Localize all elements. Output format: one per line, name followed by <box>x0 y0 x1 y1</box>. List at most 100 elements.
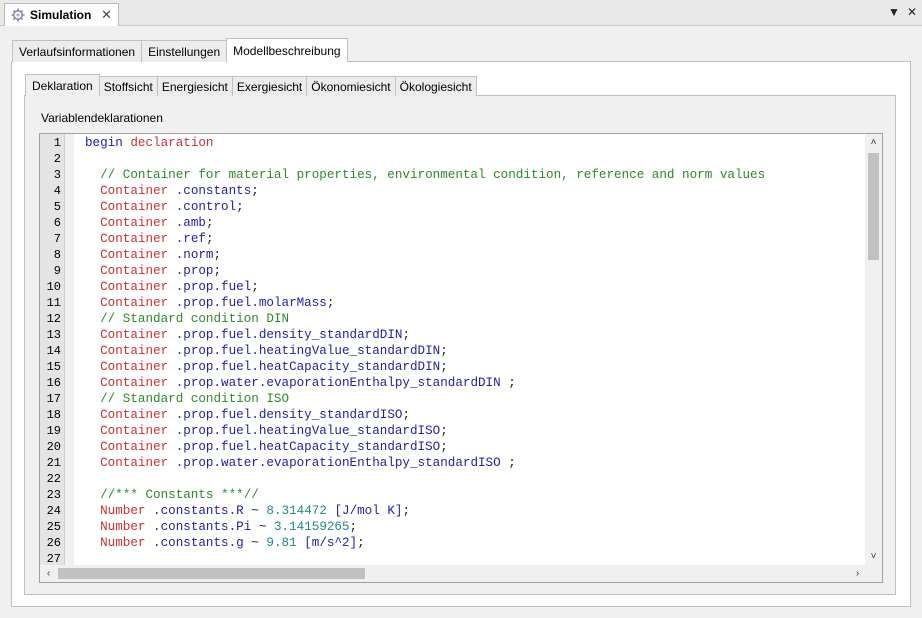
code-token: Container <box>85 216 176 230</box>
code-token: .constants <box>175 184 252 198</box>
code-token: ; <box>213 264 222 278</box>
code-line[interactable]: 2 <box>40 151 866 167</box>
vertical-scrollbar[interactable]: ˄ ˅ <box>865 134 882 565</box>
line-number: 26 <box>46 536 61 550</box>
code-token: Number <box>85 520 154 534</box>
code-line[interactable]: 3 // Container for material properties, … <box>40 167 866 183</box>
tab-energiesicht[interactable]: Energiesicht <box>156 76 233 96</box>
scroll-down-icon[interactable]: ˅ <box>865 548 882 565</box>
code-token: declaration <box>130 136 214 150</box>
view-close-icon[interactable]: ✕ <box>906 5 918 19</box>
code-token: .prop.fuel.heatingValue_standardISO <box>175 424 441 438</box>
outer-tab-strip: Verlaufsinformationen Einstellungen Mode… <box>12 38 348 62</box>
code-text: Number .constants.g ~ 9.81 [m/s^2]; <box>85 535 365 551</box>
code-token: Number <box>85 536 154 550</box>
code-line[interactable]: 25 Number .constants.Pi ~ 3.14159265; <box>40 519 866 535</box>
code-token: ; <box>205 216 214 230</box>
code-line[interactable]: 15 Container .prop.fuel.heatCapacity_sta… <box>40 359 866 375</box>
code-line[interactable]: 6 Container .amb; <box>40 215 866 231</box>
scroll-left-icon[interactable]: ‹ <box>40 565 57 582</box>
line-number: 16 <box>46 376 61 390</box>
code-line[interactable]: 22 <box>40 471 866 487</box>
code-line[interactable]: 9 Container .prop; <box>40 263 866 279</box>
code-line[interactable]: 7 Container .ref; <box>40 231 866 247</box>
code-line[interactable]: 21 Container .prop.water.evaporationEnth… <box>40 455 866 471</box>
tab-stoffsicht[interactable]: Stoffsicht <box>98 76 158 96</box>
line-number: 20 <box>46 440 61 454</box>
code-token: 3.14159265 <box>273 520 350 534</box>
scrollbar-corner <box>865 565 882 582</box>
code-line[interactable]: 18 Container .prop.fuel.density_standard… <box>40 407 866 423</box>
tab-oekologiesicht[interactable]: Ökologiesicht <box>394 76 477 96</box>
code-token: ; <box>326 296 335 310</box>
view-tab-simulation[interactable]: Simulation ✕ <box>4 3 119 26</box>
code-token: Container <box>85 408 176 422</box>
code-token: .prop.fuel.heatCapacity_standardISO <box>175 440 441 454</box>
code-line[interactable]: 17 // Standard condition ISO <box>40 391 866 407</box>
code-token: ; <box>440 360 448 374</box>
code-token: ; <box>251 280 259 294</box>
code-text: Container .prop.fuel.heatCapacity_standa… <box>85 439 448 455</box>
code-token: Container <box>85 360 176 374</box>
code-line[interactable]: 23 //*** Constants ***// <box>40 487 866 503</box>
line-number: 9 <box>53 264 61 278</box>
section-label: Variablendeklarationen <box>41 111 163 125</box>
line-number: 5 <box>53 200 61 214</box>
view-menu-icon[interactable]: ▼ <box>888 5 900 19</box>
code-token: begin <box>85 136 131 150</box>
code-line[interactable]: 1 begin declaration <box>40 135 866 151</box>
scroll-right-icon[interactable]: › <box>849 565 866 582</box>
code-token: ; <box>402 504 411 518</box>
code-token: ; <box>236 200 244 214</box>
code-token: ; <box>500 456 516 470</box>
code-line[interactable]: 24 Number .constants.R ~ 8.314472 [J/mol… <box>40 503 866 519</box>
view-controls: ▼ ✕ <box>888 5 918 19</box>
tab-exergiesicht[interactable]: Exergiesicht <box>231 76 308 96</box>
scroll-up-icon[interactable]: ˄ <box>865 134 882 151</box>
code-token: .amb <box>175 216 206 230</box>
code-line[interactable]: 8 Container .norm; <box>40 247 866 263</box>
vertical-scroll-thumb[interactable] <box>868 153 879 260</box>
code-line[interactable]: 14 Container .prop.fuel.heatingValue_sta… <box>40 343 866 359</box>
code-line[interactable]: 20 Container .prop.fuel.heatCapacity_sta… <box>40 439 866 455</box>
code-token: ~ <box>251 520 274 534</box>
line-number: 2 <box>53 152 61 166</box>
tab-verlaufsinformationen[interactable]: Verlaufsinformationen <box>12 40 143 62</box>
code-token: ; <box>251 184 259 198</box>
tab-oekonomiesicht[interactable]: Ökonomiesicht <box>306 76 396 96</box>
code-token: .norm <box>175 248 214 262</box>
code-line[interactable]: 13 Container .prop.fuel.density_standard… <box>40 327 866 343</box>
code-token: .prop.water.evaporationEnthalpy_standard… <box>175 376 501 390</box>
code-line[interactable]: 10 Container .prop.fuel; <box>40 279 866 295</box>
code-text: Container .norm; <box>85 247 221 263</box>
horizontal-scrollbar[interactable]: ‹ › <box>40 565 866 582</box>
code-editor[interactable]: 1 begin declaration 2 3 // Container for ma… <box>39 133 883 583</box>
line-number: 22 <box>46 472 61 486</box>
code-line[interactable]: 19 Container .prop.fuel.heatingValue_sta… <box>40 423 866 439</box>
code-text: Container .ref; <box>85 231 213 247</box>
code-text: Number .constants.R ~ 8.314472 [J/mol K]… <box>85 503 410 519</box>
code-token: 9.81 <box>266 536 297 550</box>
code-text: Container .constants; <box>85 183 259 199</box>
code-line[interactable]: 5 Container .control; <box>40 199 866 215</box>
tab-modellbeschreibung[interactable]: Modellbeschreibung <box>226 38 348 62</box>
tab-einstellungen[interactable]: Einstellungen <box>141 40 228 62</box>
code-text: // Container for material properties, en… <box>85 167 765 183</box>
code-token: ; <box>213 248 222 262</box>
code-token: ~ <box>243 536 267 550</box>
code-line[interactable]: 11 Container .prop.fuel.molarMass; <box>40 295 866 311</box>
code-line[interactable]: 16 Container .prop.water.evaporationEnth… <box>40 375 866 391</box>
code-token: ; <box>402 328 410 342</box>
tab-deklaration[interactable]: Deklaration <box>25 74 100 96</box>
code-token: .prop.fuel.molarMass <box>175 296 327 310</box>
code-line[interactable]: 4 Container .constants; <box>40 183 866 199</box>
line-number: 6 <box>53 216 61 230</box>
line-number: 21 <box>46 456 61 470</box>
code-line[interactable]: 26 Number .constants.g ~ 9.81 [m/s^2]; <box>40 535 866 551</box>
close-icon[interactable]: ✕ <box>101 7 112 23</box>
code-token: ; <box>349 520 358 534</box>
horizontal-scroll-thumb[interactable] <box>58 568 365 579</box>
line-number: 18 <box>46 408 61 422</box>
code-token: Container <box>85 296 176 310</box>
code-line[interactable]: 12 // Standard condition DIN <box>40 311 866 327</box>
